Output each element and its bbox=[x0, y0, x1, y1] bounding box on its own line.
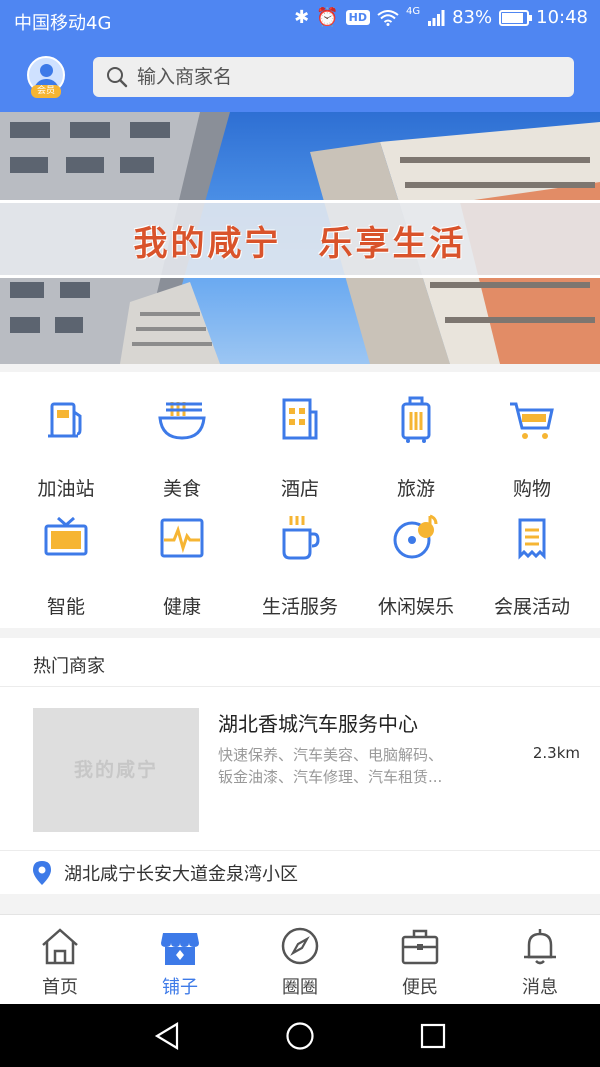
category-label: 健康 bbox=[162, 596, 201, 618]
promo-banner[interactable]: 我的咸宁 乐享生活 bbox=[0, 112, 600, 364]
tab-label: 便民 bbox=[402, 977, 438, 998]
home-icon bbox=[42, 928, 78, 965]
tab-convenience[interactable]: 便民 bbox=[360, 915, 480, 1005]
shop-icon bbox=[161, 933, 199, 965]
category-label: 会展活动 bbox=[493, 596, 570, 618]
suitcase-icon bbox=[401, 396, 431, 443]
tab-home[interactable]: 首页 bbox=[0, 915, 120, 1005]
tab-label: 圈圈 bbox=[282, 977, 318, 998]
coffee-cup-icon bbox=[282, 516, 320, 560]
banner-slogan: 我的咸宁 乐享生活 bbox=[133, 224, 467, 264]
health-monitor-icon bbox=[160, 518, 204, 558]
avatar-head-shape bbox=[40, 64, 53, 77]
bell-icon bbox=[524, 929, 556, 965]
services-line: 快速保养、汽车美容、电脑解码、 bbox=[218, 746, 444, 764]
category-label: 智能 bbox=[46, 596, 85, 618]
hotel-icon bbox=[282, 398, 318, 440]
tab-circle[interactable]: 圈圈 bbox=[240, 915, 360, 1005]
alarm-icon: ⏰ bbox=[316, 7, 339, 28]
search-input[interactable] bbox=[137, 66, 557, 88]
category-shopping[interactable]: 购物 bbox=[474, 372, 590, 500]
category-exhibition[interactable]: 会展活动 bbox=[474, 490, 590, 618]
home-button-icon[interactable] bbox=[285, 1021, 315, 1051]
back-icon[interactable] bbox=[153, 1022, 181, 1050]
tab-shop[interactable]: 铺子 bbox=[120, 915, 240, 1005]
system-nav-bar bbox=[0, 1004, 600, 1067]
category-label: 休闲娱乐 bbox=[377, 596, 454, 618]
merchant-thumbnail[interactable]: 我的咸宁 bbox=[33, 708, 199, 832]
merchant-address-row[interactable]: 湖北咸宁长安大道金泉湾小区 bbox=[32, 860, 298, 886]
merchant-address: 湖北咸宁长安大道金泉湾小区 bbox=[64, 864, 298, 885]
category-smart[interactable]: 智能 bbox=[8, 490, 124, 618]
noodle-bowl-icon bbox=[158, 402, 206, 440]
category-grid: 加油站 美食 酒店 旅游 购物 智能 健康 生活服务 休闲娱乐 会展活动 bbox=[0, 372, 600, 628]
gas-station-icon bbox=[48, 402, 82, 438]
tab-label: 铺子 bbox=[162, 977, 198, 998]
bottom-tab-bar: 首页 铺子 圈圈 便民 消息 bbox=[0, 914, 600, 1004]
network-type: 4G bbox=[405, 6, 421, 17]
carrier-label: 中国移动4G bbox=[14, 13, 112, 34]
status-icons: ✱ ⏰ HD 4G 83% 10:48 bbox=[294, 6, 588, 28]
shopping-cart-icon bbox=[510, 402, 554, 439]
hd-badge: HD bbox=[345, 10, 370, 25]
compass-icon bbox=[281, 927, 319, 965]
merchant-distance: 2.3km bbox=[532, 744, 580, 762]
hot-merchants-section: 热门商家 我的咸宁 湖北香城汽车服务中心 快速保养、汽车美容、电脑解码、 钣金油… bbox=[0, 638, 600, 894]
divider bbox=[0, 686, 600, 687]
signal-icon bbox=[428, 9, 445, 26]
thumbnail-watermark: 我的咸宁 bbox=[73, 759, 158, 781]
music-disc-icon bbox=[393, 514, 438, 559]
recent-apps-icon[interactable] bbox=[420, 1023, 446, 1049]
merchant-name[interactable]: 湖北香城汽车服务中心 bbox=[218, 708, 418, 737]
document-icon bbox=[518, 518, 546, 560]
building-center-image bbox=[120, 282, 220, 364]
section-title: 热门商家 bbox=[33, 656, 105, 677]
tab-label: 首页 bbox=[42, 977, 78, 998]
category-life-service[interactable]: 生活服务 bbox=[242, 490, 358, 618]
divider bbox=[0, 850, 600, 851]
tv-icon bbox=[44, 516, 88, 556]
search-bar[interactable] bbox=[93, 57, 574, 97]
category-label: 生活服务 bbox=[261, 596, 338, 618]
bluetooth-icon: ✱ bbox=[294, 7, 310, 28]
battery-percent: 83% bbox=[452, 7, 493, 28]
category-hotel[interactable]: 酒店 bbox=[242, 372, 358, 500]
category-health[interactable]: 健康 bbox=[124, 490, 240, 618]
search-icon bbox=[107, 67, 128, 88]
top-header: 中国移动4G ✱ ⏰ HD 4G 83% 10:48 会员 bbox=[0, 0, 600, 112]
status-bar: 中国移动4G ✱ ⏰ HD 4G 83% 10:48 bbox=[0, 0, 600, 40]
category-leisure[interactable]: 休闲娱乐 bbox=[358, 490, 474, 618]
tab-messages[interactable]: 消息 bbox=[480, 915, 600, 1005]
wifi-icon bbox=[377, 9, 399, 26]
category-travel[interactable]: 旅游 bbox=[358, 372, 474, 500]
briefcase-icon bbox=[401, 929, 439, 965]
clock: 10:48 bbox=[536, 7, 588, 28]
battery-icon bbox=[499, 9, 533, 26]
category-gas-station[interactable]: 加油站 bbox=[8, 372, 124, 500]
merchant-services: 快速保养、汽车美容、电脑解码、 钣金油漆、汽车修理、汽车租赁... bbox=[218, 744, 488, 788]
location-pin-icon bbox=[33, 861, 51, 885]
vip-badge: 会员 bbox=[31, 85, 61, 98]
services-line: 钣金油漆、汽车修理、汽车租赁... bbox=[218, 768, 443, 786]
category-food[interactable]: 美食 bbox=[124, 372, 240, 500]
tab-label: 消息 bbox=[522, 977, 558, 998]
